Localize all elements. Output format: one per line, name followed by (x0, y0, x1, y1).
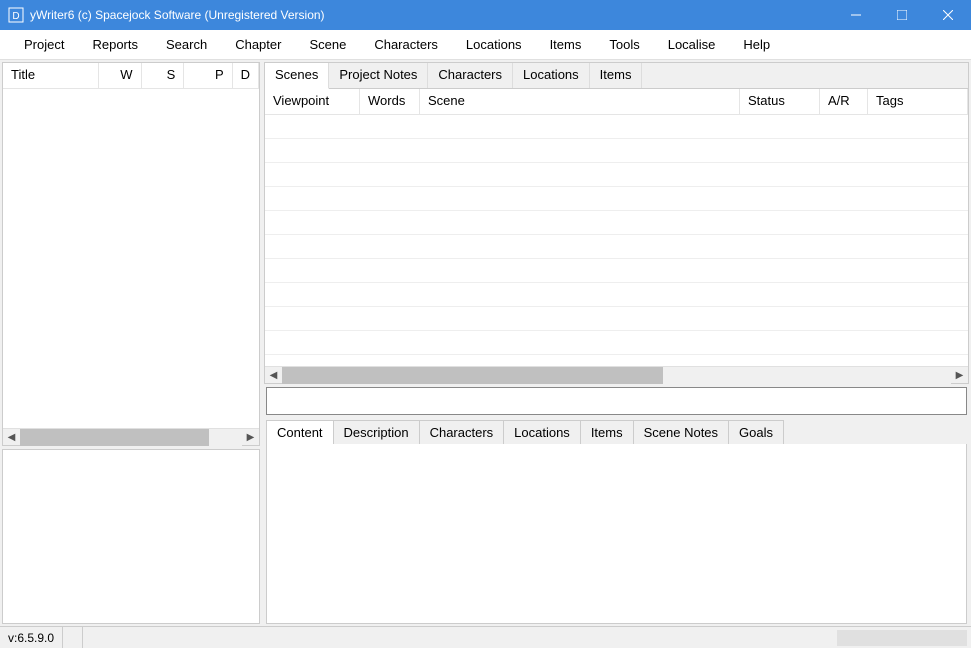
scroll-right-icon[interactable]: ▶ (242, 429, 259, 446)
table-row[interactable] (265, 331, 968, 355)
tab-scenes[interactable]: Scenes (265, 63, 329, 89)
chapter-detail-panel[interactable] (2, 449, 260, 624)
progress-bar (837, 630, 967, 646)
chapter-scrollbar[interactable]: ◀ ▶ (3, 428, 259, 445)
left-panel: Title W S P D ◀ ▶ (2, 62, 260, 624)
close-button[interactable] (925, 0, 971, 30)
svg-text:D: D (12, 11, 19, 22)
content-editor[interactable] (266, 444, 967, 624)
scene-title-input[interactable] (266, 387, 967, 415)
menu-characters[interactable]: Characters (360, 33, 452, 56)
menu-localise[interactable]: Localise (654, 33, 730, 56)
tab-locations[interactable]: Locations (513, 63, 590, 88)
col-title[interactable]: Title (3, 63, 99, 88)
table-row[interactable] (265, 115, 968, 139)
titlebar: D yWriter6 (c) Spacejock Software (Unreg… (0, 0, 971, 30)
col-ar[interactable]: A/R (820, 89, 868, 114)
lower-tabbox: Content Description Characters Locations… (266, 418, 967, 624)
table-row[interactable] (265, 187, 968, 211)
col-viewpoint[interactable]: Viewpoint (265, 89, 360, 114)
app-icon: D (8, 7, 24, 23)
upper-tabstrip: Scenes Project Notes Characters Location… (265, 63, 968, 89)
chapter-list[interactable]: Title W S P D ◀ ▶ (2, 62, 260, 446)
tab-characters2[interactable]: Characters (419, 420, 505, 444)
scroll-right-icon[interactable]: ▶ (951, 367, 968, 384)
right-panel: Scenes Project Notes Characters Location… (264, 62, 969, 624)
table-row[interactable] (265, 139, 968, 163)
tab-scene-notes[interactable]: Scene Notes (633, 420, 729, 444)
table-row[interactable] (265, 235, 968, 259)
tab-goals[interactable]: Goals (728, 420, 784, 444)
table-row[interactable] (265, 211, 968, 235)
col-d[interactable]: D (233, 63, 259, 88)
col-s[interactable]: S (142, 63, 185, 88)
scroll-left-icon[interactable]: ◀ (3, 429, 20, 446)
tab-characters[interactable]: Characters (428, 63, 513, 88)
titlebar-text: yWriter6 (c) Spacejock Software (Unregis… (30, 8, 833, 22)
scroll-track[interactable] (282, 367, 951, 384)
table-row[interactable] (265, 163, 968, 187)
col-w[interactable]: W (99, 63, 142, 88)
menu-chapter[interactable]: Chapter (221, 33, 295, 56)
version-label: v:6.5.9.0 (0, 627, 63, 648)
tab-items[interactable]: Items (590, 63, 643, 88)
menu-help[interactable]: Help (729, 33, 784, 56)
chapter-headers: Title W S P D (3, 63, 259, 89)
tab-locations2[interactable]: Locations (503, 420, 581, 444)
chapter-rows[interactable] (3, 89, 259, 428)
menu-project[interactable]: Project (10, 33, 78, 56)
scroll-thumb[interactable] (20, 429, 209, 446)
col-p[interactable]: P (184, 63, 232, 88)
scroll-thumb[interactable] (282, 367, 663, 384)
menu-scene[interactable]: Scene (295, 33, 360, 56)
lower-tabstrip: Content Description Characters Locations… (266, 418, 967, 444)
tab-items2[interactable]: Items (580, 420, 634, 444)
menubar: Project Reports Search Chapter Scene Cha… (0, 30, 971, 60)
tab-project-notes[interactable]: Project Notes (329, 63, 428, 88)
col-scene[interactable]: Scene (420, 89, 740, 114)
scroll-track[interactable] (20, 429, 242, 446)
client-area: Title W S P D ◀ ▶ Scenes Project Notes C… (0, 60, 971, 626)
scene-grid[interactable]: Viewpoint Words Scene Status A/R Tags (265, 89, 968, 383)
scene-rows[interactable] (265, 115, 968, 366)
menu-items[interactable]: Items (536, 33, 596, 56)
minimize-button[interactable] (833, 0, 879, 30)
statusbar: v:6.5.9.0 (0, 626, 971, 648)
col-words[interactable]: Words (360, 89, 420, 114)
table-row[interactable] (265, 259, 968, 283)
scene-headers: Viewpoint Words Scene Status A/R Tags (265, 89, 968, 115)
menu-locations[interactable]: Locations (452, 33, 536, 56)
upper-tabbox: Scenes Project Notes Characters Location… (264, 62, 969, 384)
maximize-button[interactable] (879, 0, 925, 30)
col-status[interactable]: Status (740, 89, 820, 114)
status-cell (63, 627, 83, 648)
scene-scrollbar[interactable]: ◀ ▶ (265, 366, 968, 383)
table-row[interactable] (265, 307, 968, 331)
tab-content[interactable]: Content (266, 420, 334, 444)
menu-search[interactable]: Search (152, 33, 221, 56)
tab-description[interactable]: Description (333, 420, 420, 444)
table-row[interactable] (265, 283, 968, 307)
col-tags[interactable]: Tags (868, 89, 968, 114)
menu-tools[interactable]: Tools (595, 33, 653, 56)
menu-reports[interactable]: Reports (78, 33, 152, 56)
scroll-left-icon[interactable]: ◀ (265, 367, 282, 384)
